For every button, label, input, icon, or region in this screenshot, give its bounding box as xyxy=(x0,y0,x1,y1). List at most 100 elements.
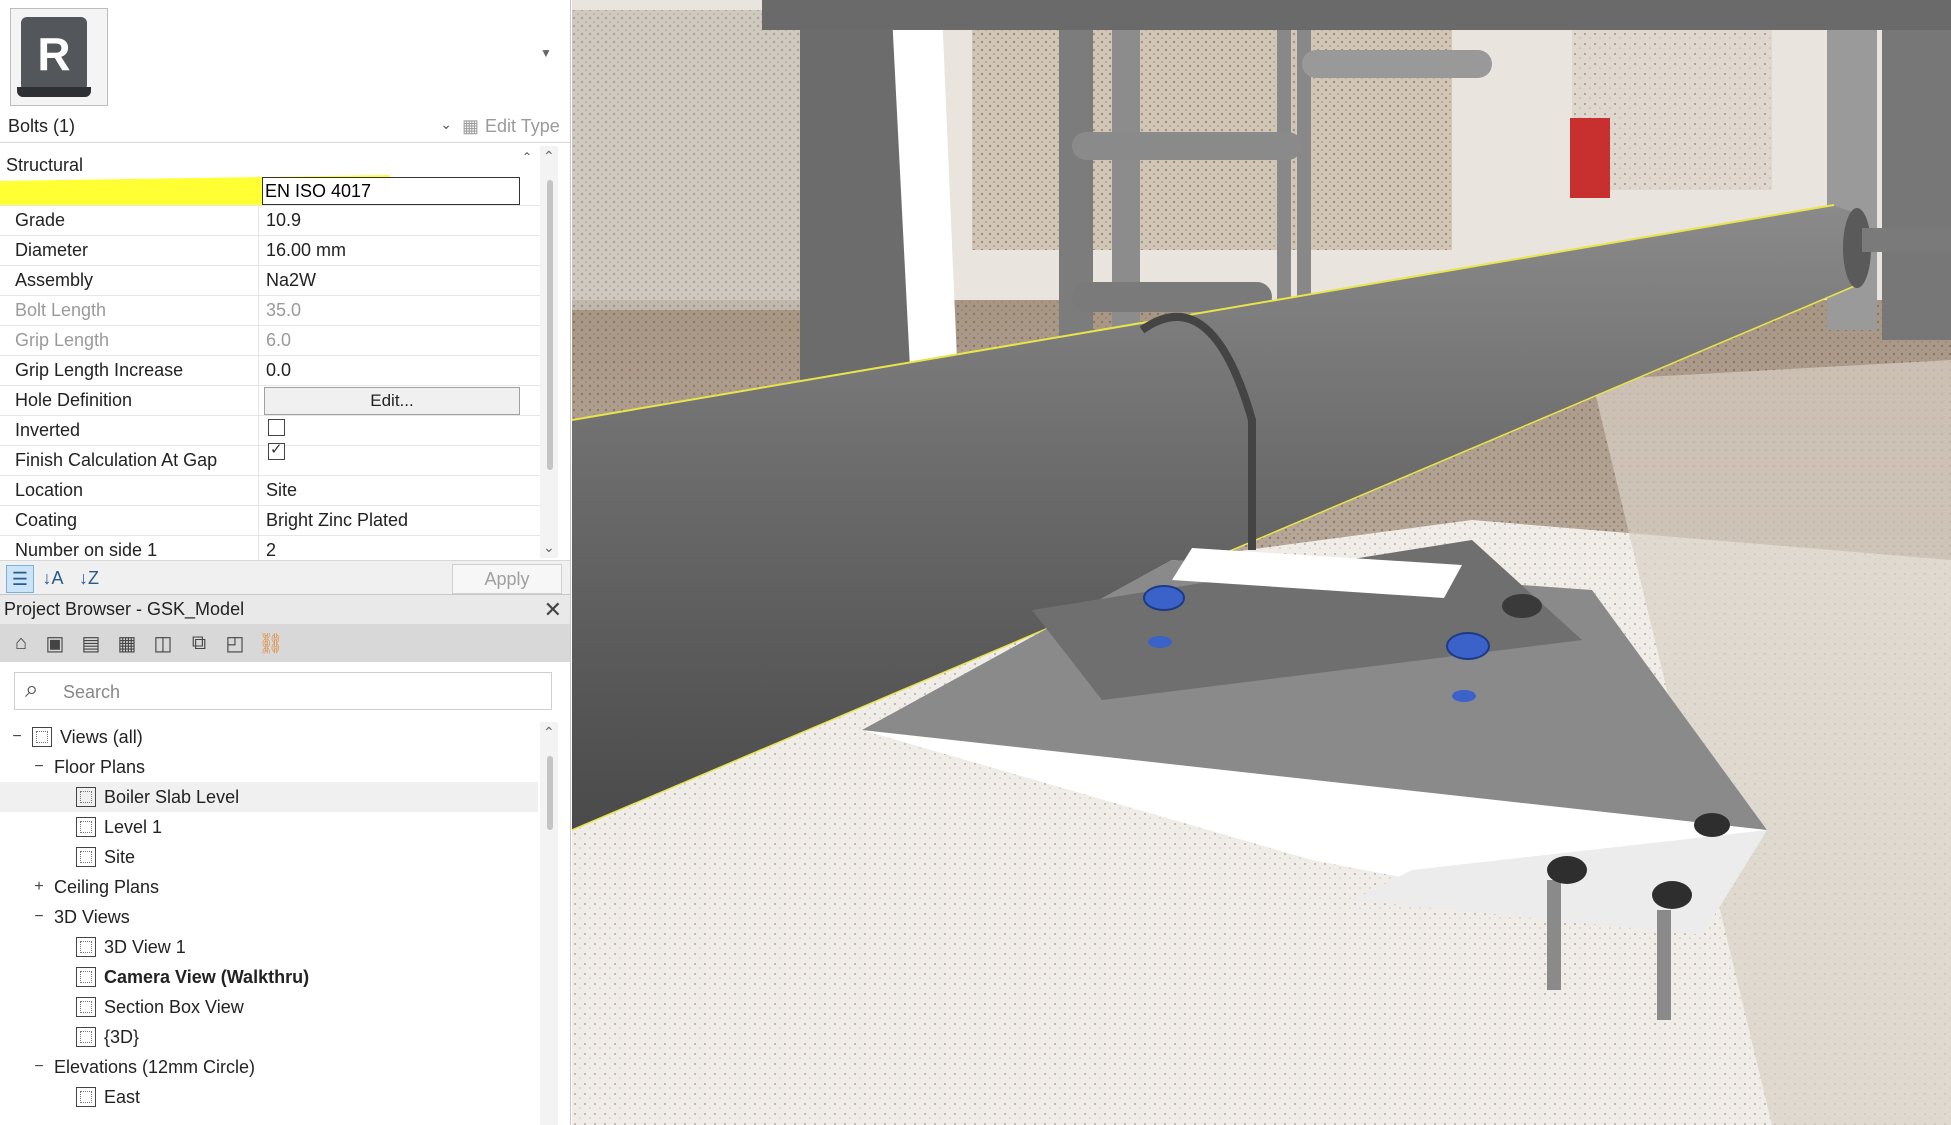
property-name: Hole Definition xyxy=(15,390,133,410)
tree-item-label: 3D View 1 xyxy=(104,936,186,957)
anchor-rod xyxy=(1547,880,1561,990)
group-icon[interactable]: ⧉ xyxy=(186,630,212,656)
close-icon[interactable]: ✕ xyxy=(544,597,562,623)
property-row[interactable]: Coating Bright Zinc Plated xyxy=(0,506,548,536)
property-row[interactable]: Grip Length 6.0 xyxy=(0,326,548,356)
tree-item[interactable]: Site xyxy=(76,842,135,872)
scroll-up-icon[interactable]: ⌃ xyxy=(543,724,555,741)
group-header-structural[interactable]: Structural ⌃ xyxy=(0,146,548,176)
view-icon xyxy=(76,817,96,837)
tree-item[interactable]: − Views (all) xyxy=(10,722,143,752)
sort-descending-icon[interactable]: ↓Z xyxy=(76,565,102,591)
view-icon xyxy=(76,937,96,957)
tree-item[interactable]: East xyxy=(76,1082,140,1112)
tree-item[interactable]: Camera View (Walkthru) xyxy=(76,962,309,992)
left-panel: R ▼ Bolts (1) ⌄ ▦ Edit Type Structural ⌃… xyxy=(0,0,571,1125)
inverted-checkbox[interactable] xyxy=(268,419,285,436)
tree-item[interactable]: −3D Views xyxy=(32,902,130,932)
edit-type-label: Edit Type xyxy=(485,115,560,136)
view-icon[interactable]: ▣ xyxy=(42,630,68,656)
standard-input[interactable] xyxy=(262,177,520,205)
apply-button[interactable]: Apply xyxy=(452,564,562,594)
sort-ascending-icon[interactable]: ↓A xyxy=(40,565,66,591)
bolt-selected[interactable] xyxy=(1143,585,1185,611)
property-name: Grade xyxy=(15,210,66,230)
property-name: Diameter xyxy=(15,240,89,260)
edit-type-button[interactable]: ▦ Edit Type xyxy=(462,110,560,142)
view-icon xyxy=(76,967,96,987)
property-name: Assembly xyxy=(15,270,94,290)
link-icon[interactable]: ⛓ xyxy=(258,630,284,656)
legend-icon[interactable]: ▤ xyxy=(78,630,104,656)
chevron-down-icon[interactable]: ⌄ xyxy=(440,116,452,133)
type-selector[interactable]: Bolts (1) ⌄ xyxy=(0,110,458,142)
tree-item[interactable]: + Ceiling Plans xyxy=(32,872,159,902)
tree-scrollbar[interactable]: ⌃ xyxy=(540,722,558,1125)
search-input[interactable] xyxy=(61,679,535,705)
property-value: Na2W xyxy=(266,270,317,290)
steel-frame xyxy=(1882,0,1951,340)
categorize-icon[interactable]: ☰ xyxy=(6,565,34,593)
type-selector-row: Bolts (1) ⌄ ▦ Edit Type xyxy=(0,110,570,143)
collapse-icon[interactable]: − xyxy=(10,728,24,746)
tree-item[interactable]: − Floor Plans xyxy=(32,752,145,782)
scroll-up-icon[interactable]: ⌃ xyxy=(543,148,555,165)
scroll-thumb[interactable] xyxy=(547,756,553,830)
tree-item[interactable]: Section Box View xyxy=(76,992,244,1022)
property-row[interactable]: Diameter 16.00 mm xyxy=(0,236,548,266)
search-icon: ⌕ xyxy=(25,676,39,703)
property-value: 10.9 xyxy=(266,210,302,230)
scroll-down-icon[interactable]: ⌄ xyxy=(543,539,555,556)
group-label: Structural xyxy=(6,155,84,175)
property-row[interactable]: Assembly Na2W xyxy=(0,266,548,296)
hole-definition-edit-button[interactable]: Edit... xyxy=(264,387,520,415)
tree-item[interactable]: − Elevations (12mm Circle) xyxy=(32,1052,255,1082)
property-row[interactable]: Grip Length Increase 0.0 xyxy=(0,356,548,386)
tree-item[interactable]: {3D} xyxy=(76,1022,139,1052)
tree-item-label: 3D Views xyxy=(54,906,130,927)
rail xyxy=(1302,50,1492,78)
tree-item[interactable]: 3D View 1 xyxy=(76,932,186,962)
properties-scrollbar[interactable]: ⌃ ⌄ xyxy=(540,146,558,558)
sheet-icon[interactable]: ◫ xyxy=(150,630,176,656)
property-row[interactable]: Number on side 1 2 xyxy=(0,536,548,560)
tree-item-label: {3D} xyxy=(104,1026,140,1047)
collapse-icon[interactable]: − xyxy=(32,758,46,776)
property-row[interactable]: Location Site xyxy=(0,476,548,506)
column-divider xyxy=(258,326,259,356)
scroll-thumb[interactable] xyxy=(547,180,553,470)
3d-viewport[interactable] xyxy=(572,0,1951,1125)
bolt-selected[interactable] xyxy=(1446,632,1490,660)
home-icon[interactable]: ⌂ xyxy=(8,630,34,656)
view-icon xyxy=(76,1027,96,1047)
bolt[interactable] xyxy=(1502,594,1542,618)
bolt[interactable] xyxy=(1694,813,1730,837)
bolt[interactable] xyxy=(1652,881,1692,909)
collapse-icon[interactable]: − xyxy=(32,1058,46,1076)
type-selector-label: Bolts (1) xyxy=(8,115,76,136)
property-row[interactable]: Bolt Length 35.0 xyxy=(0,296,548,326)
project-browser-toolbar: ⌂ ▣ ▤ ▦ ◫ ⧉ ◰ ⛓ xyxy=(0,624,570,662)
expand-icon[interactable]: + xyxy=(32,878,46,896)
property-name: Finish Calculation At Gap xyxy=(15,450,218,470)
tree-item[interactable]: Level 1 xyxy=(76,812,162,842)
tree-item-label: Level 1 xyxy=(104,816,163,837)
search-box[interactable]: ⌕ xyxy=(14,672,552,710)
tree-item-label: Boiler Slab Level xyxy=(104,786,240,807)
bolt[interactable] xyxy=(1547,856,1587,884)
chevron-down-icon[interactable]: ▼ xyxy=(540,46,552,60)
column-divider xyxy=(258,476,259,506)
collapse-icon[interactable]: ⌃ xyxy=(522,150,532,164)
tree-item[interactable]: Boiler Slab Level xyxy=(76,782,239,812)
view-icon xyxy=(76,787,96,807)
3d-scene[interactable] xyxy=(572,0,1951,1125)
finish-calculation-checkbox[interactable] xyxy=(268,440,285,460)
schedule-icon[interactable]: ▦ xyxy=(114,630,140,656)
property-row[interactable]: Grade 10.9 xyxy=(0,206,548,236)
column-divider xyxy=(258,296,259,326)
anchor-rod xyxy=(1657,910,1671,1020)
family-icon[interactable]: ◰ xyxy=(222,630,248,656)
tree-item-label: Views (all) xyxy=(60,726,143,747)
collapse-icon[interactable]: − xyxy=(32,908,46,926)
red-equipment xyxy=(1570,118,1610,198)
